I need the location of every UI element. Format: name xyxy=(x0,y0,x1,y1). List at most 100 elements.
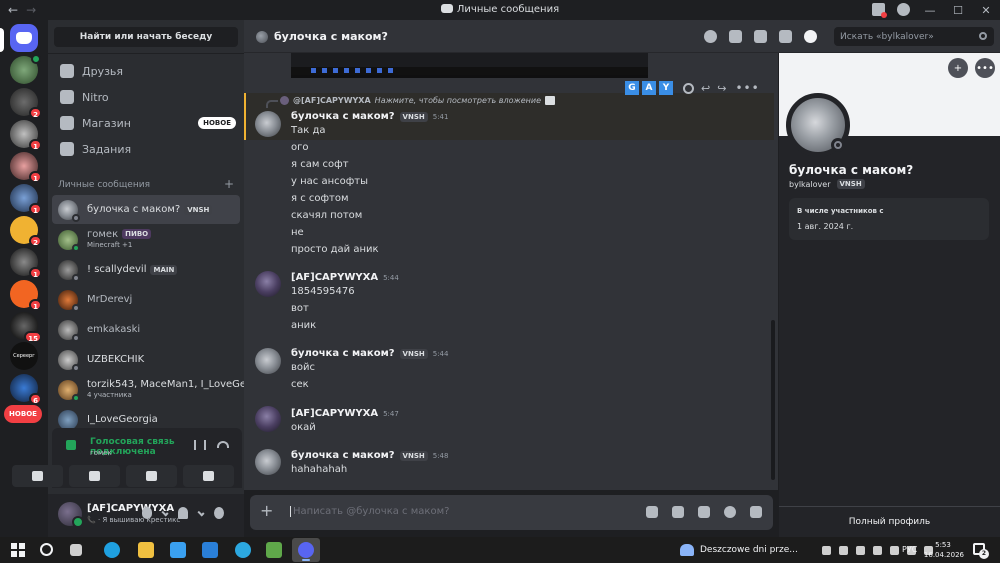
server-icon[interactable]: 1 xyxy=(10,280,42,311)
nav-nitro[interactable]: Nitro xyxy=(56,86,236,108)
avatar[interactable] xyxy=(255,449,281,475)
reaction-letter[interactable]: A xyxy=(642,81,656,95)
gear-icon[interactable] xyxy=(214,507,224,519)
full-profile-link[interactable]: Полный профиль xyxy=(779,517,1000,527)
reply-icon[interactable]: ↩ xyxy=(701,82,710,95)
more-icon[interactable]: ••• xyxy=(975,58,995,78)
telegram-icon[interactable] xyxy=(235,542,251,558)
search-input[interactable]: Искать «bylkalover» xyxy=(834,27,994,46)
dm-item[interactable]: ! scallydevil MAIN xyxy=(52,255,240,284)
pin-icon[interactable] xyxy=(754,30,767,43)
file-explorer-icon[interactable] xyxy=(138,542,154,558)
message-composer[interactable]: + Написать @булочка с маком? xyxy=(250,495,773,530)
noise-suppression-icon[interactable] xyxy=(194,440,206,450)
reaction-letter[interactable]: G xyxy=(625,81,639,95)
avatar[interactable] xyxy=(255,406,281,432)
message-author[interactable]: булочка с маком? xyxy=(291,111,395,122)
message-author[interactable]: [AF]CAPYWYXA xyxy=(291,408,378,419)
voice-channel[interactable]: гомек xyxy=(90,449,112,457)
input-language[interactable]: РУС xyxy=(902,545,917,554)
find-conversation-button[interactable]: Найти или начать беседу xyxy=(54,27,238,47)
server-icon[interactable] xyxy=(10,54,41,84)
message-author[interactable]: булочка с маком? xyxy=(291,450,395,461)
soundboard-button[interactable] xyxy=(183,465,234,487)
message-author[interactable]: булочка с маком? xyxy=(291,348,395,359)
server-icon[interactable]: Сереерг xyxy=(10,342,38,370)
chevron-up-icon[interactable] xyxy=(822,546,831,555)
reaction-letter[interactable]: Y xyxy=(659,81,673,95)
start-windows-icon[interactable] xyxy=(10,542,26,558)
dm-item[interactable]: emkakaski xyxy=(52,315,240,344)
usb-icon[interactable] xyxy=(873,546,882,555)
search-icon[interactable] xyxy=(40,543,53,556)
battery-icon[interactable] xyxy=(890,546,899,555)
voice-call-icon[interactable] xyxy=(704,30,717,43)
mail-icon[interactable] xyxy=(202,542,218,558)
server-icon[interactable]: 6 xyxy=(10,374,42,405)
gift-icon[interactable] xyxy=(646,506,658,518)
video-call-icon[interactable] xyxy=(729,30,742,43)
dm-item[interactable]: MrDerevj xyxy=(52,285,240,314)
avatar[interactable] xyxy=(255,348,281,374)
dm-item[interactable]: гомек ПИВО Minecraft +1 xyxy=(52,225,240,254)
dm-item[interactable]: torzik543, MaceMan1, I_LoveGe... 4 участн… xyxy=(52,375,256,404)
add-attachment-icon[interactable]: + xyxy=(260,503,273,519)
server-icon[interactable]: 1 xyxy=(10,152,42,183)
signal-icon[interactable] xyxy=(66,440,76,450)
server-icon[interactable]: 1 xyxy=(10,120,42,151)
attachment-image[interactable] xyxy=(291,53,648,78)
direct-messages-button[interactable] xyxy=(10,24,38,52)
chevron-down-icon[interactable] xyxy=(161,509,169,517)
minimize-button[interactable]: — xyxy=(916,0,944,20)
chevron-down-icon[interactable] xyxy=(197,509,205,517)
maximize-button[interactable]: ☐ xyxy=(944,0,972,20)
more-icon[interactable]: ••• xyxy=(735,81,759,95)
headphones-icon[interactable] xyxy=(178,507,188,519)
server-icon[interactable]: 1 xyxy=(10,248,42,279)
server-icon[interactable]: 1 xyxy=(10,184,42,215)
inbox-icon[interactable] xyxy=(872,3,887,18)
add-friends-to-dm-icon[interactable] xyxy=(779,30,792,43)
notification-center-icon[interactable]: 2 xyxy=(973,543,989,559)
message-author[interactable]: [AF]CAPYWYXA xyxy=(291,272,378,283)
scrollbar[interactable] xyxy=(771,320,775,480)
disconnect-icon[interactable] xyxy=(217,441,229,448)
forward-icon[interactable]: ↪ xyxy=(717,82,726,95)
store-icon[interactable] xyxy=(170,542,186,558)
discord-taskbar-button[interactable] xyxy=(292,538,320,562)
nav-quests[interactable]: Задания xyxy=(56,138,236,160)
avatar[interactable] xyxy=(255,111,281,137)
dm-item[interactable]: UZBEKCHIK xyxy=(52,345,240,374)
minecraft-icon[interactable] xyxy=(266,542,282,558)
new-unreads-pill[interactable]: НОВОЕ xyxy=(4,405,42,423)
avatar[interactable] xyxy=(786,93,850,157)
server-icon[interactable]: 2 xyxy=(10,88,42,119)
clock[interactable]: 5:53 16.04.2026 xyxy=(922,540,964,560)
guild-tag[interactable]: VNSH xyxy=(836,179,865,189)
close-button[interactable]: ✕ xyxy=(972,0,1000,20)
activities-button[interactable] xyxy=(126,465,177,487)
network-icon[interactable] xyxy=(839,546,848,555)
gif-icon[interactable] xyxy=(672,506,684,518)
cloud-icon[interactable] xyxy=(856,546,865,555)
add-friend-icon[interactable]: + xyxy=(948,58,968,78)
help-icon[interactable] xyxy=(897,3,910,16)
server-icon[interactable]: 15 xyxy=(10,312,42,343)
server-icon[interactable]: 2 xyxy=(10,216,42,247)
apps-icon[interactable] xyxy=(750,506,762,518)
screen-share-button[interactable] xyxy=(69,465,120,487)
dm-item[interactable]: булочка с маком? VNSH xyxy=(52,195,240,224)
reply-preview[interactable]: @[AF]CAPYWYXA Нажмите, чтобы посмотреть … xyxy=(280,96,556,105)
user-profile-icon[interactable] xyxy=(804,30,817,43)
weather-widget[interactable]: Deszczowe dni prze... xyxy=(680,544,798,556)
task-view-icon[interactable] xyxy=(70,544,82,556)
nav-shop[interactable]: Магазин НОВОЕ xyxy=(56,112,236,134)
add-reaction-icon[interactable] xyxy=(683,82,694,94)
emoji-icon[interactable] xyxy=(724,506,736,518)
edge-icon[interactable] xyxy=(104,542,120,558)
nav-friends[interactable]: Друзья xyxy=(56,60,236,82)
microphone-icon[interactable] xyxy=(142,507,152,519)
avatar[interactable] xyxy=(58,502,84,528)
sticker-icon[interactable] xyxy=(698,506,710,518)
create-dm-plus-icon[interactable]: + xyxy=(224,178,234,190)
